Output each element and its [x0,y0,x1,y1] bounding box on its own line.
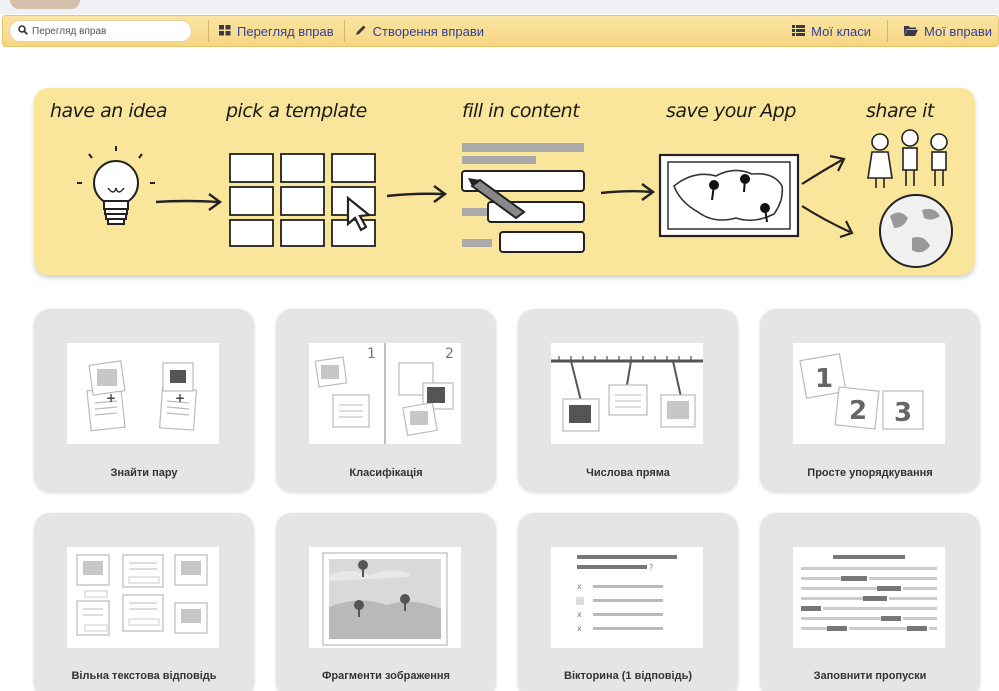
folder-icon [903,24,918,39]
pencil-icon [355,24,367,39]
template-card-fill-blanks[interactable]: Заповнити пропуски [760,513,980,691]
svg-text:2: 2 [849,396,867,426]
svg-text:x: x [577,624,582,633]
nav-my-exercises-label: Мої вправи [923,23,992,39]
list-icon [792,24,806,39]
search-input[interactable] [32,25,182,37]
arrow-icon [155,193,223,211]
svg-text:1: 1 [815,364,833,394]
grid-icon [219,24,231,39]
svg-text:3: 3 [894,398,912,428]
nav-my-classes-label: Мої класи [811,23,871,39]
simple-ordering-thumbnail: 1 2 3 [793,343,945,444]
nav-create-label: Створення вправи [372,23,485,39]
nav-create-exercise[interactable]: Створення вправи [355,24,484,39]
template-card-image-fragments[interactable]: Фрагменти зображення [276,513,496,691]
form-fill-icon [461,143,585,253]
template-card-find-pair[interactable]: + + Знайти пару [34,309,254,492]
svg-text:+: + [106,391,116,405]
nav-divider [208,20,209,42]
template-title: Класифікація [349,467,423,479]
search-box[interactable] [9,20,192,42]
template-title: Числова пряма [586,467,670,479]
banner-illustration [77,129,953,268]
template-grid-icon [229,153,376,247]
lightbulb-icon [77,146,155,225]
template-card-quiz-single[interactable]: ? xxx Вікторина (1 відповідь) [518,513,738,691]
navbar: Перегляд вправ Створення вправи Мої клас… [2,15,999,47]
template-card-simple-ordering[interactable]: 1 2 3 Просте упорядкування [760,309,980,492]
nav-divider [343,20,345,42]
template-title: Фрагменти зображення [322,670,450,682]
nav-my-exercises[interactable]: Мої вправи [903,23,992,39]
arrow-icon [600,183,656,201]
page: Перегляд вправ Створення вправи Мої клас… [0,0,999,691]
classification-thumbnail: 1 2 [309,343,461,444]
quiz-thumbnail: ? xxx [551,547,703,648]
arrow-icon [386,185,448,203]
template-title: Просте упорядкування [807,467,933,479]
search-icon [18,22,28,40]
template-title: Вільна текстова відповідь [71,670,217,682]
map-board-icon [658,153,800,238]
template-title: Заповнити пропуски [813,670,927,682]
nav-browse-exercises[interactable]: Перегляд вправ [219,24,334,39]
template-title: Вікторина (1 відповідь) [564,670,692,682]
svg-text:1: 1 [367,346,376,362]
top-decoration [0,0,999,14]
template-card-free-text[interactable]: Вільна текстова відповідь [34,513,254,691]
globe-icon [879,194,953,268]
svg-text:x: x [577,582,582,591]
template-card-number-line[interactable]: Числова пряма [518,309,738,492]
svg-text:2: 2 [445,346,454,362]
template-title: Знайти пару [110,467,178,479]
nav-my-classes[interactable]: Мої класи [792,24,871,39]
number-line-thumbnail [551,343,703,444]
arrow-icon [801,154,854,239]
svg-text:?: ? [649,563,653,572]
image-fragments-thumbnail [309,547,461,648]
svg-text:x: x [577,610,582,619]
people-icon [867,129,948,188]
header-image-fragment [10,0,80,9]
free-text-thumbnail [67,547,219,648]
nav-divider [886,20,888,42]
find-pair-thumbnail: + + [67,343,219,444]
svg-text:+: + [175,391,185,405]
how-it-works-banner: have an idea pick a template fill in con… [34,88,975,275]
nav-browse-label: Перегляд вправ [237,23,334,39]
fill-blanks-thumbnail [793,547,945,648]
template-card-classification[interactable]: 1 2 Класифікація [276,309,496,492]
